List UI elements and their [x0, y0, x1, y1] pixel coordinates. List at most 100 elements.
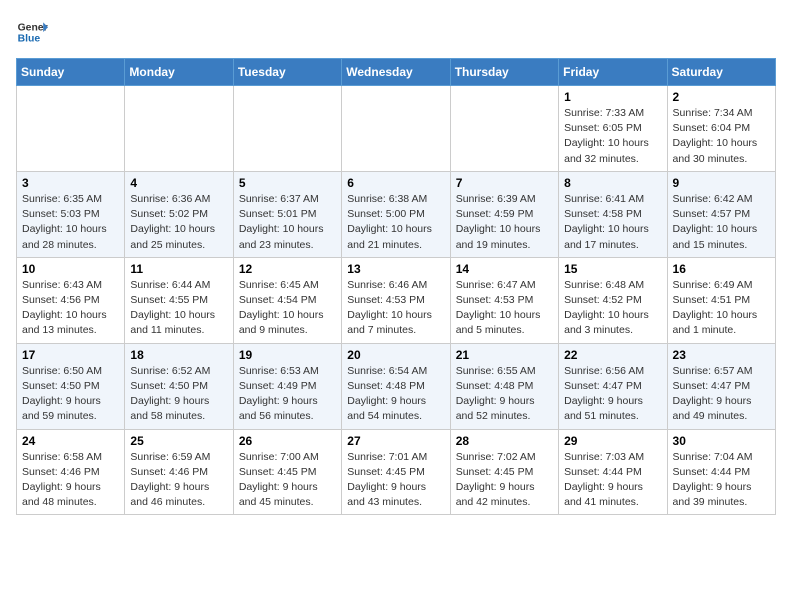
- weekday-header: Thursday: [450, 59, 558, 86]
- day-info: Sunrise: 6:44 AM Sunset: 4:55 PM Dayligh…: [130, 278, 227, 339]
- calendar-cell: 15 Sunrise: 6:48 AM Sunset: 4:52 PM Dayli…: [559, 257, 667, 343]
- day-number: 22: [564, 348, 661, 362]
- weekday-header: Friday: [559, 59, 667, 86]
- calendar-cell: 22 Sunrise: 6:56 AM Sunset: 4:47 PM Dayli…: [559, 343, 667, 429]
- day-number: 3: [22, 176, 119, 190]
- day-info: Sunrise: 6:52 AM Sunset: 4:50 PM Dayligh…: [130, 364, 227, 425]
- day-info: Sunrise: 6:36 AM Sunset: 5:02 PM Dayligh…: [130, 192, 227, 253]
- calendar-cell: 10 Sunrise: 6:43 AM Sunset: 4:56 PM Dayli…: [17, 257, 125, 343]
- weekday-header: Saturday: [667, 59, 775, 86]
- day-info: Sunrise: 6:56 AM Sunset: 4:47 PM Dayligh…: [564, 364, 661, 425]
- calendar-cell: 2 Sunrise: 7:34 AM Sunset: 6:04 PM Daylig…: [667, 86, 775, 172]
- weekday-header: Tuesday: [233, 59, 341, 86]
- day-number: 28: [456, 434, 553, 448]
- day-number: 12: [239, 262, 336, 276]
- calendar-cell: 23 Sunrise: 6:57 AM Sunset: 4:47 PM Dayli…: [667, 343, 775, 429]
- svg-text:Blue: Blue: [18, 34, 41, 45]
- calendar-cell: [233, 86, 341, 172]
- weekday-header-row: SundayMondayTuesdayWednesdayThursdayFrid…: [17, 59, 776, 86]
- calendar-cell: 20 Sunrise: 6:54 AM Sunset: 4:48 PM Dayli…: [342, 343, 450, 429]
- day-number: 9: [673, 176, 770, 190]
- day-number: 18: [130, 348, 227, 362]
- calendar-cell: 25 Sunrise: 6:59 AM Sunset: 4:46 PM Dayli…: [125, 429, 233, 515]
- calendar-cell: 19 Sunrise: 6:53 AM Sunset: 4:49 PM Dayli…: [233, 343, 341, 429]
- day-number: 20: [347, 348, 444, 362]
- day-number: 8: [564, 176, 661, 190]
- calendar-cell: [450, 86, 558, 172]
- weekday-header: Wednesday: [342, 59, 450, 86]
- day-info: Sunrise: 6:54 AM Sunset: 4:48 PM Dayligh…: [347, 364, 444, 425]
- calendar-week-row: 17Sunrise: 6:50 AM Sunset: 4:50 PM Dayli…: [17, 343, 776, 429]
- day-info: Sunrise: 6:46 AM Sunset: 4:53 PM Dayligh…: [347, 278, 444, 339]
- calendar-cell: 29 Sunrise: 7:03 AM Sunset: 4:44 PM Dayli…: [559, 429, 667, 515]
- day-number: 16: [673, 262, 770, 276]
- day-info: Sunrise: 6:39 AM Sunset: 4:59 PM Dayligh…: [456, 192, 553, 253]
- day-number: 6: [347, 176, 444, 190]
- calendar-week-row: 10 Sunrise: 6:43 AM Sunset: 4:56 PM Dayli…: [17, 257, 776, 343]
- calendar-cell: 13Sunrise: 6:46 AM Sunset: 4:53 PM Dayli…: [342, 257, 450, 343]
- day-info: Sunrise: 7:02 AM Sunset: 4:45 PM Dayligh…: [456, 450, 553, 511]
- calendar-week-row: 3Sunrise: 6:35 AM Sunset: 5:03 PM Daylig…: [17, 171, 776, 257]
- calendar-cell: 30Sunrise: 7:04 AM Sunset: 4:44 PM Dayli…: [667, 429, 775, 515]
- day-info: Sunrise: 6:42 AM Sunset: 4:57 PM Dayligh…: [673, 192, 770, 253]
- day-number: 24: [22, 434, 119, 448]
- day-info: Sunrise: 6:55 AM Sunset: 4:48 PM Dayligh…: [456, 364, 553, 425]
- page-header: General Blue: [16, 16, 776, 48]
- day-number: 5: [239, 176, 336, 190]
- day-number: 15: [564, 262, 661, 276]
- day-number: 26: [239, 434, 336, 448]
- day-number: 29: [564, 434, 661, 448]
- calendar-cell: [17, 86, 125, 172]
- calendar-cell: 14 Sunrise: 6:47 AM Sunset: 4:53 PM Dayli…: [450, 257, 558, 343]
- calendar-cell: 16 Sunrise: 6:49 AM Sunset: 4:51 PM Dayli…: [667, 257, 775, 343]
- calendar-cell: 3Sunrise: 6:35 AM Sunset: 5:03 PM Daylig…: [17, 171, 125, 257]
- day-info: Sunrise: 6:58 AM Sunset: 4:46 PM Dayligh…: [22, 450, 119, 511]
- day-info: Sunrise: 7:34 AM Sunset: 6:04 PM Dayligh…: [673, 106, 770, 167]
- day-info: Sunrise: 7:03 AM Sunset: 4:44 PM Dayligh…: [564, 450, 661, 511]
- day-number: 7: [456, 176, 553, 190]
- day-info: Sunrise: 7:00 AM Sunset: 4:45 PM Dayligh…: [239, 450, 336, 511]
- calendar-cell: [125, 86, 233, 172]
- calendar-cell: 1 Sunrise: 7:33 AM Sunset: 6:05 PM Daylig…: [559, 86, 667, 172]
- day-number: 19: [239, 348, 336, 362]
- calendar-cell: 7 Sunrise: 6:39 AM Sunset: 4:59 PM Daylig…: [450, 171, 558, 257]
- day-number: 11: [130, 262, 227, 276]
- day-info: Sunrise: 6:37 AM Sunset: 5:01 PM Dayligh…: [239, 192, 336, 253]
- calendar-cell: 12 Sunrise: 6:45 AM Sunset: 4:54 PM Dayli…: [233, 257, 341, 343]
- day-info: Sunrise: 6:59 AM Sunset: 4:46 PM Dayligh…: [130, 450, 227, 511]
- day-number: 25: [130, 434, 227, 448]
- day-info: Sunrise: 6:57 AM Sunset: 4:47 PM Dayligh…: [673, 364, 770, 425]
- calendar-cell: [342, 86, 450, 172]
- calendar-cell: 28 Sunrise: 7:02 AM Sunset: 4:45 PM Dayli…: [450, 429, 558, 515]
- calendar-cell: 11 Sunrise: 6:44 AM Sunset: 4:55 PM Dayli…: [125, 257, 233, 343]
- day-number: 4: [130, 176, 227, 190]
- day-number: 23: [673, 348, 770, 362]
- calendar-week-row: 24 Sunrise: 6:58 AM Sunset: 4:46 PM Dayli…: [17, 429, 776, 515]
- day-info: Sunrise: 6:50 AM Sunset: 4:50 PM Dayligh…: [22, 364, 119, 425]
- calendar-week-row: 1 Sunrise: 7:33 AM Sunset: 6:05 PM Daylig…: [17, 86, 776, 172]
- day-info: Sunrise: 6:49 AM Sunset: 4:51 PM Dayligh…: [673, 278, 770, 339]
- day-number: 21: [456, 348, 553, 362]
- day-info: Sunrise: 7:33 AM Sunset: 6:05 PM Dayligh…: [564, 106, 661, 167]
- logo: General Blue: [16, 16, 48, 48]
- calendar-cell: 8Sunrise: 6:41 AM Sunset: 4:58 PM Daylig…: [559, 171, 667, 257]
- weekday-header: Monday: [125, 59, 233, 86]
- day-info: Sunrise: 6:45 AM Sunset: 4:54 PM Dayligh…: [239, 278, 336, 339]
- calendar-cell: 17Sunrise: 6:50 AM Sunset: 4:50 PM Dayli…: [17, 343, 125, 429]
- day-info: Sunrise: 6:38 AM Sunset: 5:00 PM Dayligh…: [347, 192, 444, 253]
- calendar-cell: 4 Sunrise: 6:36 AM Sunset: 5:02 PM Daylig…: [125, 171, 233, 257]
- day-number: 10: [22, 262, 119, 276]
- weekday-header: Sunday: [17, 59, 125, 86]
- day-info: Sunrise: 6:43 AM Sunset: 4:56 PM Dayligh…: [22, 278, 119, 339]
- day-info: Sunrise: 6:48 AM Sunset: 4:52 PM Dayligh…: [564, 278, 661, 339]
- calendar-cell: 26 Sunrise: 7:00 AM Sunset: 4:45 PM Dayli…: [233, 429, 341, 515]
- day-number: 1: [564, 90, 661, 104]
- day-info: Sunrise: 6:53 AM Sunset: 4:49 PM Dayligh…: [239, 364, 336, 425]
- calendar-cell: 5 Sunrise: 6:37 AM Sunset: 5:01 PM Daylig…: [233, 171, 341, 257]
- day-info: Sunrise: 7:04 AM Sunset: 4:44 PM Dayligh…: [673, 450, 770, 511]
- day-number: 2: [673, 90, 770, 104]
- calendar-cell: 27Sunrise: 7:01 AM Sunset: 4:45 PM Dayli…: [342, 429, 450, 515]
- day-info: Sunrise: 6:47 AM Sunset: 4:53 PM Dayligh…: [456, 278, 553, 339]
- day-number: 14: [456, 262, 553, 276]
- calendar-cell: 24 Sunrise: 6:58 AM Sunset: 4:46 PM Dayli…: [17, 429, 125, 515]
